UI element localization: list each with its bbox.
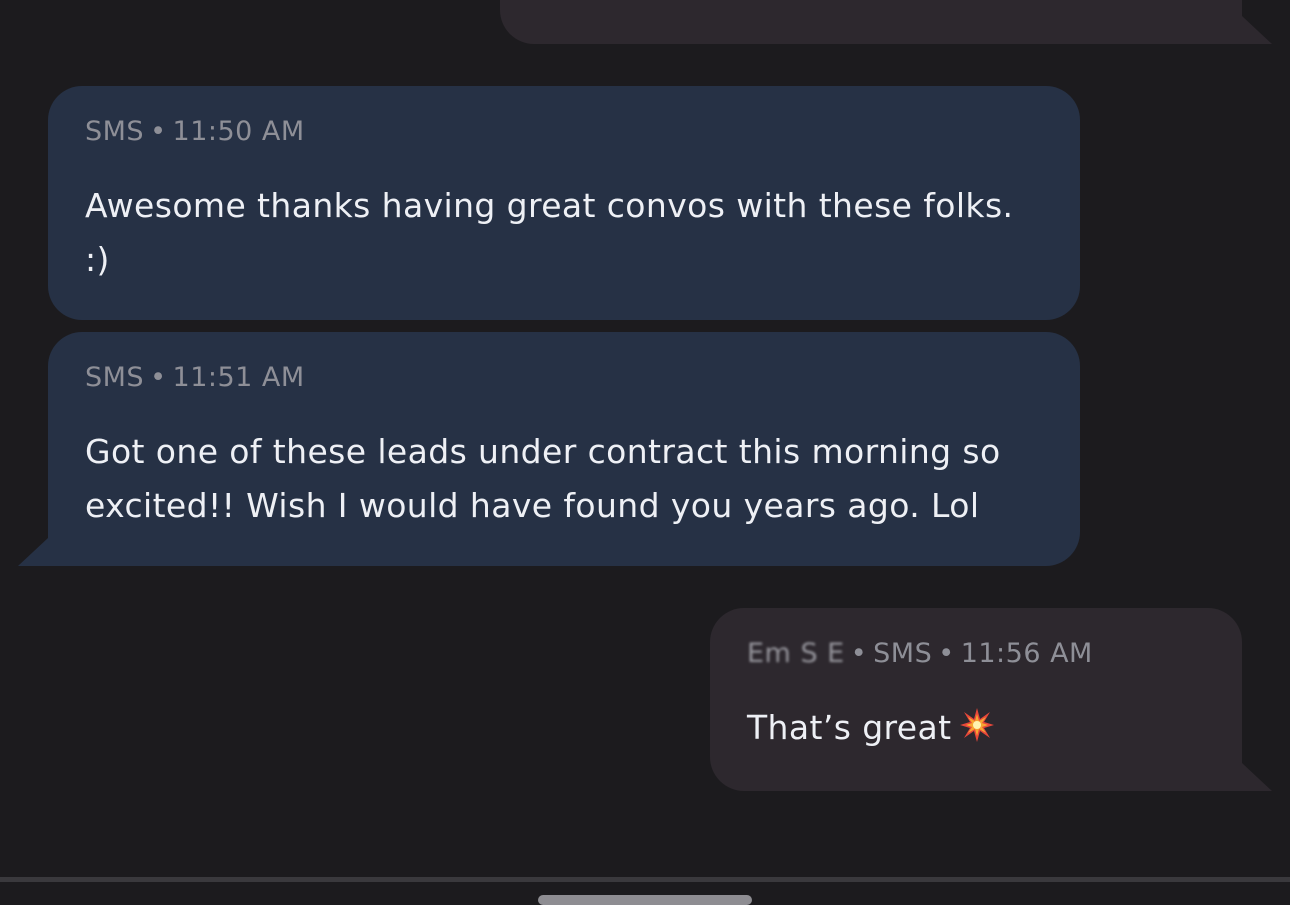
meta-separator: • — [150, 116, 167, 147]
message-time: 11:56 AM — [960, 638, 1093, 669]
sender-name-redacted: Em S E — [747, 638, 845, 669]
meta-separator: • — [150, 362, 167, 393]
message-channel: SMS — [85, 116, 145, 147]
message-bubble-incoming[interactable]: SMS • 11:51 AM Got one of these leads unde… — [48, 332, 1080, 566]
message-meta: SMS • 11:50 AM — [85, 116, 305, 147]
collision-icon — [960, 708, 995, 742]
message-time: 11:51 AM — [172, 362, 305, 393]
bubble-tail — [1242, 763, 1272, 791]
message-bubble-outgoing-partial[interactable] — [500, 0, 1242, 44]
message-meta: Em S E • SMS • 11:56 AM — [747, 638, 1093, 669]
message-channel: SMS — [85, 362, 145, 393]
bubble-tail — [1242, 16, 1272, 44]
meta-separator: • — [938, 638, 955, 669]
meta-separator: • — [850, 638, 868, 669]
message-body: That’s great — [747, 701, 995, 755]
message-text: That’s great — [747, 708, 952, 747]
composer-divider — [0, 877, 1290, 882]
message-thread: SMS • 11:50 AM Awesome thanks having great… — [0, 0, 1290, 905]
message-channel: SMS — [873, 638, 933, 669]
home-indicator[interactable] — [538, 895, 752, 905]
bubble-tail — [18, 538, 48, 566]
message-text: Got one of these leads under contract th… — [85, 432, 1001, 525]
message-bubble-outgoing[interactable]: Em S E • SMS • 11:56 AM That’s great — [710, 608, 1242, 791]
message-meta: SMS • 11:51 AM — [85, 362, 305, 393]
message-text: Awesome thanks having great convos with … — [85, 186, 1014, 279]
message-bubble-incoming[interactable]: SMS • 11:50 AM Awesome thanks having great… — [48, 86, 1080, 320]
message-time: 11:50 AM — [172, 116, 305, 147]
